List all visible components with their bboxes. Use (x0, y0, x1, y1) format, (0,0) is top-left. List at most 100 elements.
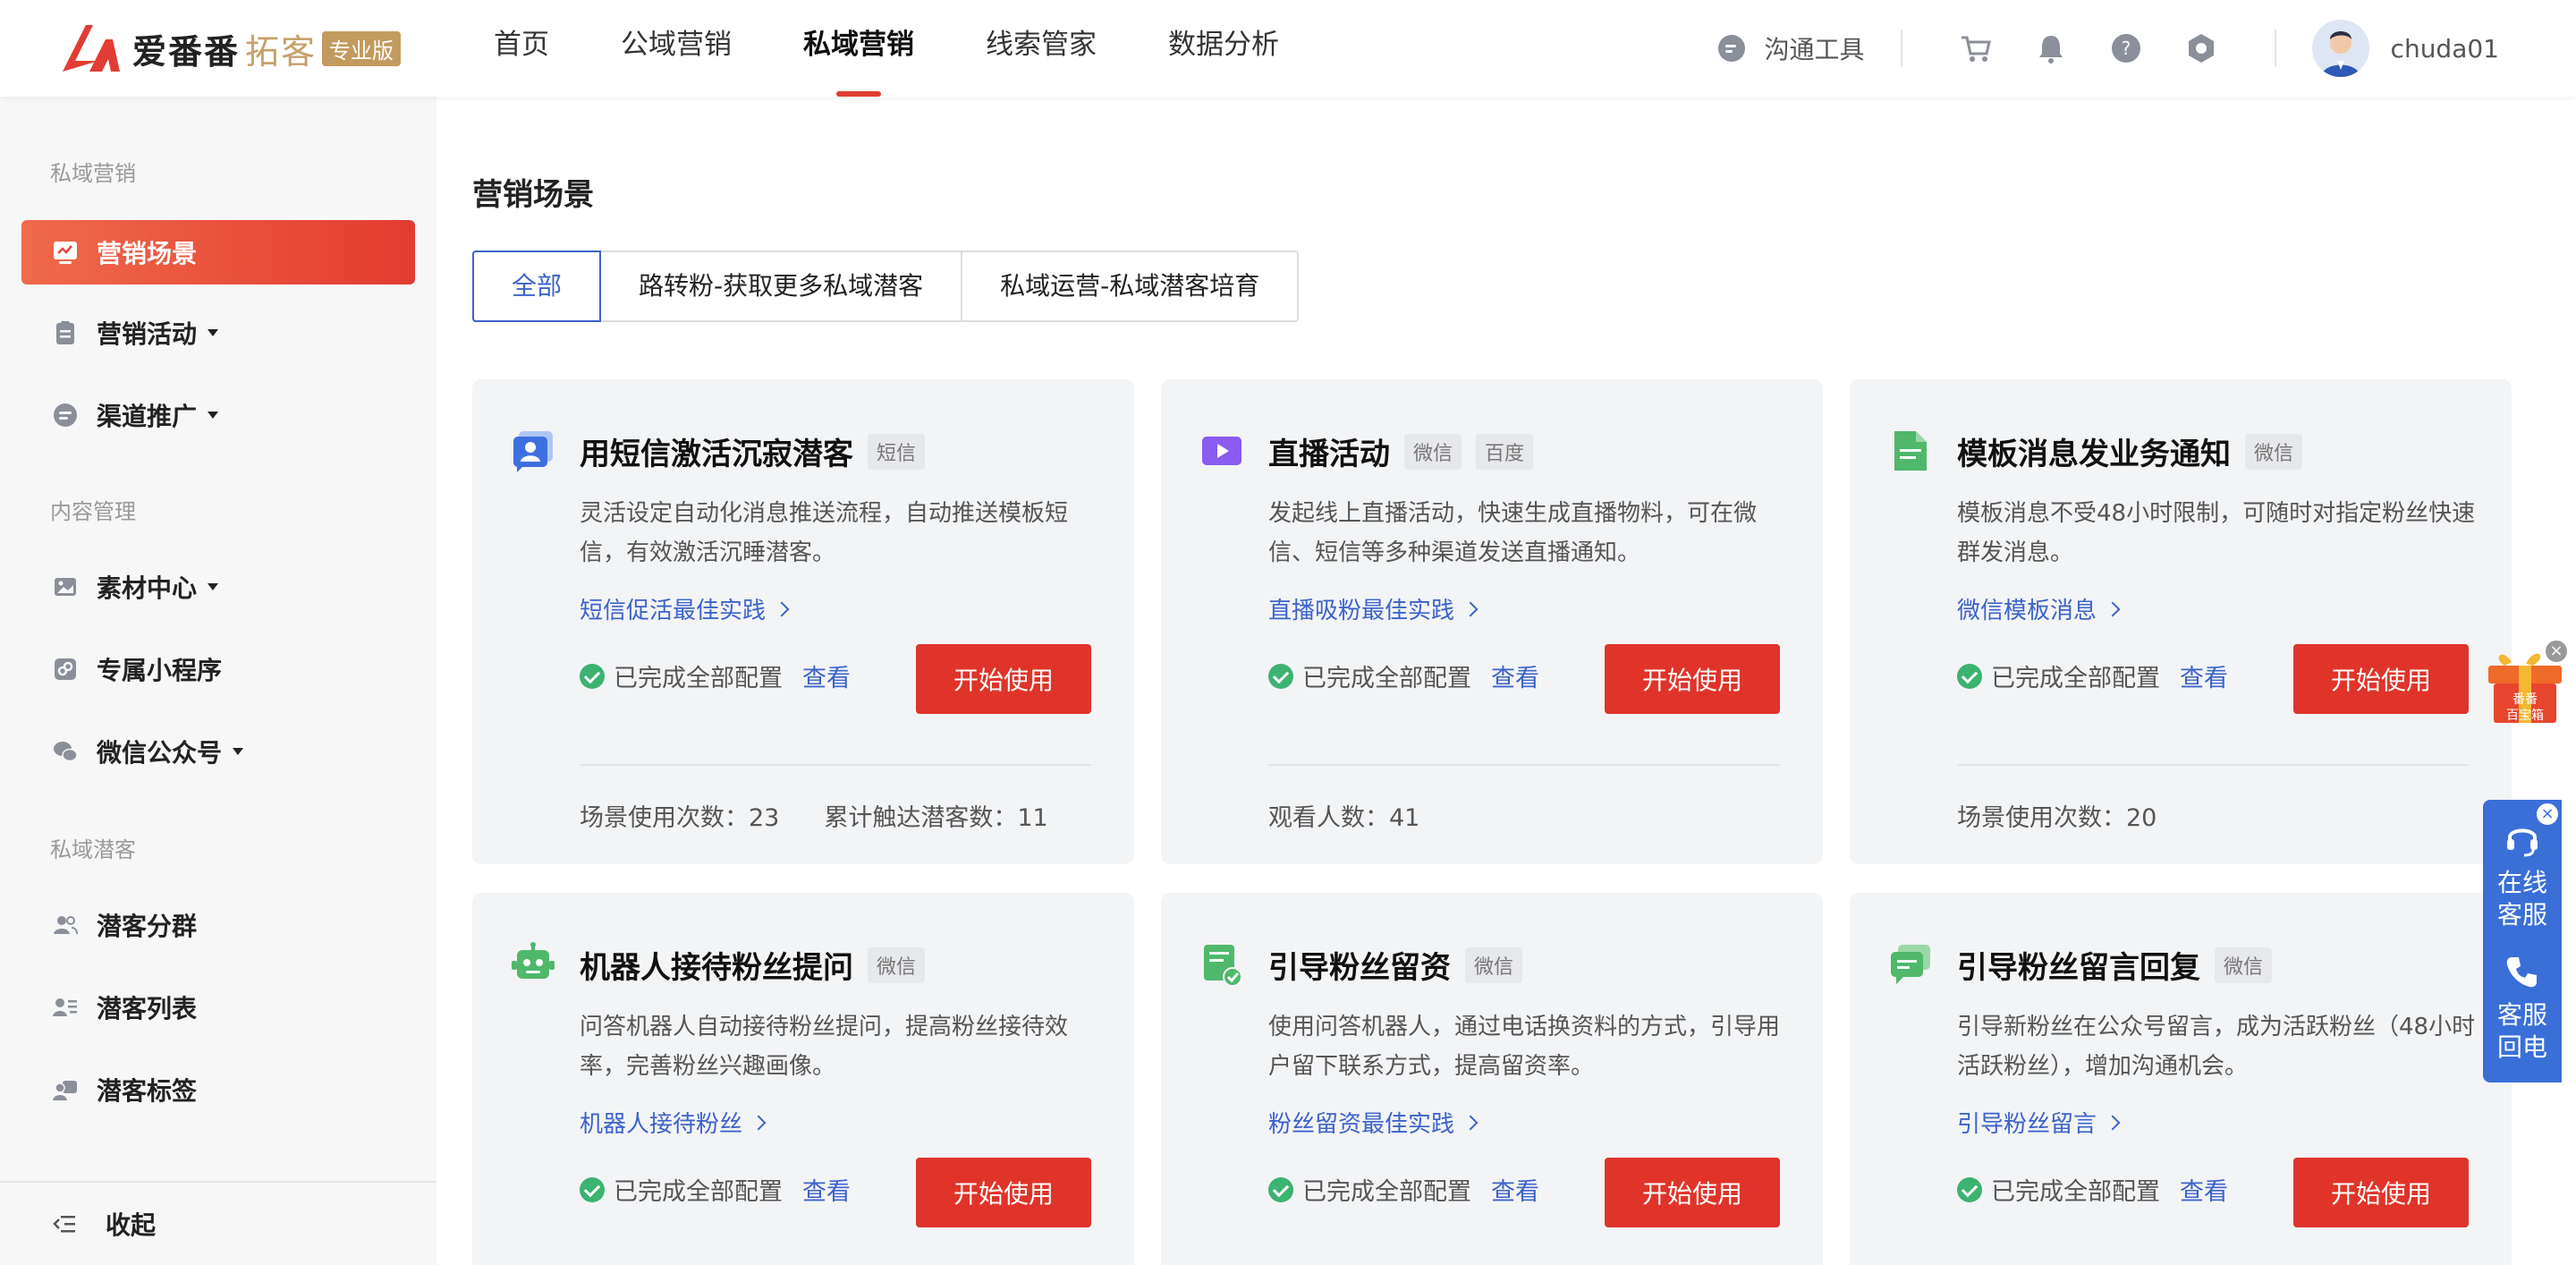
channel-tag: 短信 (868, 433, 926, 470)
callback-label: 客服回电 (2496, 1000, 2547, 1062)
start-button[interactable]: 开始使用 (1605, 644, 1780, 714)
headset-icon (2507, 828, 2538, 857)
stat-reach-count: 累计触达潜客数：11 (824, 804, 1048, 832)
card-description: 发起线上直播活动，快速生成直播物料，可在微信、短信等多种渠道发送直播通知。 (1268, 500, 1758, 566)
channel-tag: 微信 (1404, 433, 1462, 470)
cart-icon[interactable] (1958, 30, 1994, 66)
chart-board-icon (54, 242, 77, 264)
sidebar-item-marketing-activity[interactable]: 营销活动 (21, 301, 415, 365)
sidebar-item-mini-program[interactable]: 专属小程序 (21, 637, 415, 701)
scene-card-lead-capture: 引导粉丝留资 微信 使用问答机器人，通过电话换资料的方式，引导用户留下联系方式，… (1161, 893, 1823, 1265)
best-practice-link[interactable]: 短信促活最佳实践 (580, 592, 790, 625)
sidebar-collapse-button[interactable]: 收起 (0, 1181, 436, 1265)
chevron-right-icon (750, 1115, 767, 1130)
top-header: 爱番番 拓客 专业版 首页 公域营销 私域营销 线索管家 数据分析 沟通工具 ?… (0, 0, 2576, 97)
sidebar-item-prospect-tags[interactable]: 潜客标签 (21, 1057, 415, 1122)
phone-icon (2506, 957, 2537, 988)
best-practice-link[interactable]: 粉丝留资最佳实践 (1268, 1106, 1479, 1139)
view-link[interactable]: 查看 (2180, 658, 2228, 693)
stat-usage-count: 场景使用次数：20 (1957, 804, 2157, 832)
filter-traffic-to-fans[interactable]: 路转粉-获取更多私域潜客 (601, 252, 963, 320)
config-status: 已完成全部配置 查看 (1957, 1172, 2228, 1207)
user-tag-icon (53, 1081, 77, 1100)
channel-tag: 百度 (1476, 433, 1534, 470)
config-status-text: 已完成全部配置 (614, 665, 783, 692)
svg-text:?: ? (2121, 38, 2131, 59)
card-title-row: 机器人接待粉丝提问 微信 (580, 943, 926, 987)
brand-name: 爱番番 (132, 31, 241, 72)
sidebar: 私域营销 营销场景 营销活动 渠道推广 内容管理 素材中心 专属小程序 微信公众… (0, 97, 436, 1265)
collapse-label: 收起 (106, 1210, 157, 1240)
chevron-right-icon (1462, 601, 1479, 616)
sidebar-item-material-center[interactable]: 素材中心 (21, 555, 415, 619)
best-practice-link[interactable]: 机器人接待粉丝 (580, 1106, 767, 1139)
start-button[interactable]: 开始使用 (2293, 644, 2469, 714)
close-icon[interactable]: × (2546, 641, 2567, 662)
card-stats: 场景使用次数：23 累计触达潜客数：11 (580, 798, 1093, 833)
sidebar-item-channel-promotion[interactable]: 渠道推广 (21, 383, 415, 447)
config-status-text: 已完成全部配置 (1991, 665, 2160, 692)
avatar[interactable] (2311, 20, 2369, 77)
filter-private-operation[interactable]: 私域运营-私域潜客培育 (962, 252, 1298, 320)
check-circle-icon (580, 663, 605, 689)
help-icon[interactable]: ? (2108, 30, 2144, 66)
start-button[interactable]: 开始使用 (2293, 1158, 2469, 1227)
sidebar-item-label: 专属小程序 (97, 656, 223, 685)
view-link[interactable]: 查看 (1491, 1172, 1539, 1207)
sidebar-item-wechat-official[interactable]: 微信公众号 (21, 719, 415, 784)
sidebar-item-prospect-segments[interactable]: 潜客分群 (21, 893, 415, 957)
best-practice-link[interactable]: 直播吸粉最佳实践 (1268, 592, 1479, 625)
nav-home[interactable]: 首页 (494, 0, 549, 97)
image-icon (55, 578, 76, 596)
brand-logo[interactable]: 爱番番 拓客 专业版 (59, 14, 402, 82)
best-practice-link[interactable]: 引导粉丝留言 (1957, 1106, 2121, 1139)
card-title-row: 模板消息发业务通知 微信 (1957, 429, 2303, 473)
view-link[interactable]: 查看 (802, 1172, 851, 1207)
nav-lead-manager[interactable]: 线索管家 (986, 0, 1097, 97)
sidebar-item-marketing-scene[interactable]: 营销场景 (21, 220, 415, 284)
start-button[interactable]: 开始使用 (916, 644, 1091, 714)
nav-data-analysis[interactable]: 数据分析 (1168, 0, 1279, 97)
nav-private-marketing[interactable]: 私域营销 (803, 0, 914, 97)
card-description: 灵活设定自动化消息推送流程，自动推送模板短信，有效激活沉睡潜客。 (580, 500, 1069, 566)
start-button[interactable]: 开始使用 (1605, 1158, 1780, 1227)
start-button[interactable]: 开始使用 (916, 1158, 1091, 1227)
card-divider (1268, 764, 1780, 766)
treasure-box-widget[interactable]: 番番 百宝箱 × (2485, 641, 2567, 726)
chevron-right-icon (2105, 601, 2121, 616)
settings-icon[interactable] (2183, 30, 2219, 66)
message-icon (1891, 945, 1930, 984)
config-status: 已完成全部配置 查看 (580, 1172, 851, 1207)
caret-down-icon (208, 583, 219, 590)
online-service-button[interactable]: 在线客服 (2483, 819, 2562, 931)
card-description: 模板消息不受48小时限制，可随时对指定粉丝快速群发消息。 (1957, 500, 2476, 566)
bell-icon[interactable] (2033, 30, 2069, 66)
config-status: 已完成全部配置 查看 (1268, 1172, 1539, 1207)
channel-tag: 微信 (1465, 947, 1523, 983)
card-title: 用短信激活沉寂潜客 (580, 437, 853, 472)
view-link[interactable]: 查看 (1491, 658, 1539, 693)
config-status: 已完成全部配置 查看 (1957, 658, 2228, 693)
sidebar-item-prospect-list[interactable]: 潜客列表 (21, 975, 415, 1040)
filter-all[interactable]: 全部 (472, 250, 602, 322)
stat-viewer-count: 观看人数：41 (1268, 804, 1420, 832)
channel-icon (54, 403, 77, 427)
brand-logo-icon (63, 25, 120, 72)
callback-button[interactable]: 客服回电 (2483, 952, 2562, 1064)
best-practice-link-label: 微信模板消息 (1957, 598, 2097, 624)
view-link[interactable]: 查看 (802, 658, 851, 693)
scene-card-live-stream: 直播活动 微信 百度 发起线上直播活动，快速生成直播物料，可在微信、短信等多种渠… (1161, 379, 1823, 864)
username[interactable]: chuda01 (2391, 34, 2499, 64)
sidebar-item-label: 营销活动 (97, 319, 198, 349)
card-title: 直播活动 (1268, 437, 1390, 472)
best-practice-link[interactable]: 微信模板消息 (1957, 592, 2121, 625)
card-title: 机器人接待粉丝提问 (580, 950, 853, 986)
card-divider (580, 764, 1091, 766)
card-title: 模板消息发业务通知 (1957, 437, 2231, 472)
communication-tool-button[interactable]: 沟通工具 (1716, 30, 1865, 66)
channel-tag: 微信 (2215, 947, 2273, 983)
nav-public-marketing[interactable]: 公域营销 (621, 0, 732, 97)
channel-tag: 微信 (868, 947, 926, 983)
main-nav: 首页 公域营销 私域营销 线索管家 数据分析 (494, 0, 1351, 97)
view-link[interactable]: 查看 (2180, 1172, 2228, 1207)
